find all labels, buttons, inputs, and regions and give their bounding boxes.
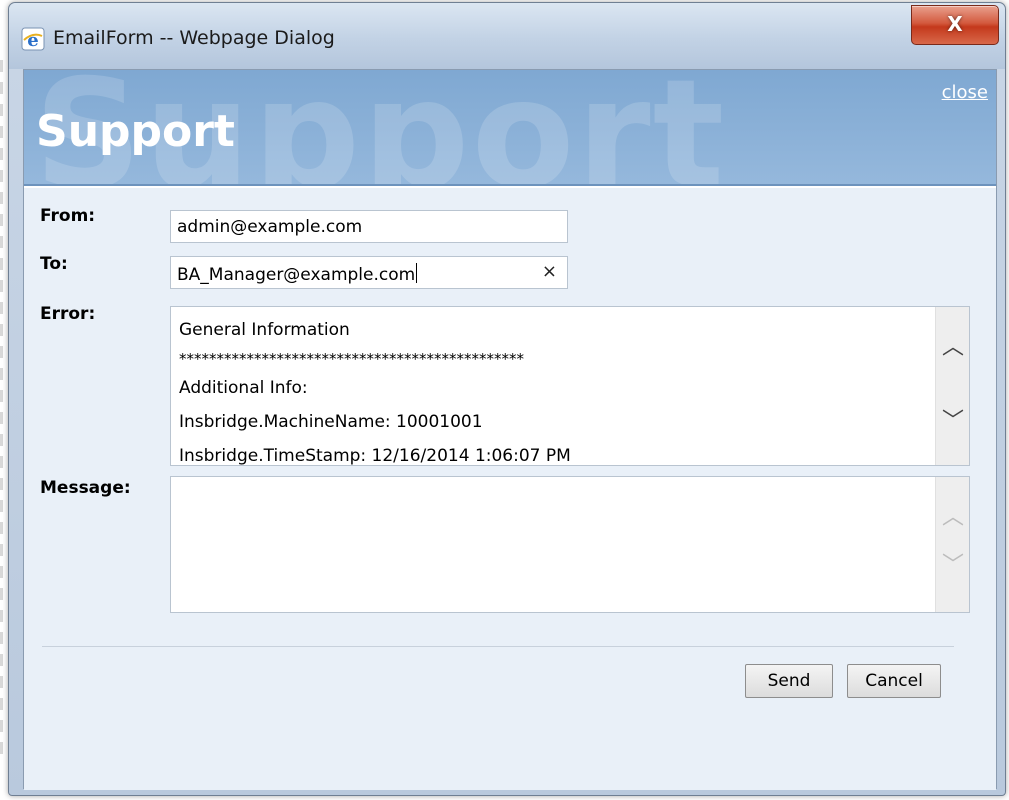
message-label: Message:	[40, 478, 131, 498]
error-line: Insbridge.MachineName: 10001001	[179, 412, 483, 432]
send-button[interactable]: Send	[745, 664, 833, 698]
close-icon: X	[947, 12, 963, 36]
email-form: From: admin@example.com To: BA_Manager@e…	[24, 188, 996, 790]
from-value: admin@example.com	[177, 217, 363, 237]
dialog-window: e EmailForm -- Webpage Dialog X Support …	[8, 2, 1006, 796]
error-line: ****************************************…	[179, 350, 524, 368]
cancel-button[interactable]: Cancel	[847, 664, 941, 698]
banner-title: Support	[36, 106, 235, 157]
error-scrollbar[interactable]: ︿ ﹀	[935, 307, 969, 465]
title-bar[interactable]: e EmailForm -- Webpage Dialog X	[9, 3, 1005, 69]
to-value: BA_Manager@example.com	[177, 265, 416, 285]
to-label: To:	[40, 254, 68, 274]
chevron-down-icon[interactable]: ﹀	[936, 551, 969, 581]
from-label: From:	[40, 206, 96, 226]
support-banner: Support Support close	[24, 70, 996, 186]
from-field[interactable]: admin@example.com	[170, 210, 568, 243]
error-line: Insbridge.TimeStamp: 12/16/2014 1:06:07 …	[179, 446, 571, 466]
error-textarea[interactable]: General Information ********************…	[170, 306, 970, 466]
window-title: EmailForm -- Webpage Dialog	[53, 27, 335, 49]
message-textarea[interactable]: ︿ ﹀	[170, 476, 970, 613]
error-line: General Information	[179, 320, 350, 340]
message-scrollbar[interactable]: ︿ ﹀	[935, 477, 969, 612]
error-label: Error:	[40, 304, 96, 324]
to-field[interactable]: BA_Manager@example.com ×	[170, 256, 568, 289]
error-line: Additional Info:	[179, 378, 308, 398]
svg-text:e: e	[27, 30, 38, 51]
chevron-up-icon[interactable]: ︿	[936, 333, 969, 363]
error-text: General Information ********************…	[179, 313, 939, 466]
window-close-button[interactable]: X	[911, 5, 999, 45]
clear-icon[interactable]: ×	[542, 261, 557, 282]
close-link[interactable]: close	[942, 82, 988, 103]
ie-icon: e	[21, 27, 45, 51]
text-caret	[416, 263, 418, 283]
divider	[42, 646, 954, 647]
dialog-content: Support Support close From: admin@exampl…	[23, 69, 997, 790]
chevron-up-icon[interactable]: ︿	[936, 503, 969, 533]
chevron-down-icon[interactable]: ﹀	[936, 407, 969, 437]
background-edge	[0, 60, 3, 760]
